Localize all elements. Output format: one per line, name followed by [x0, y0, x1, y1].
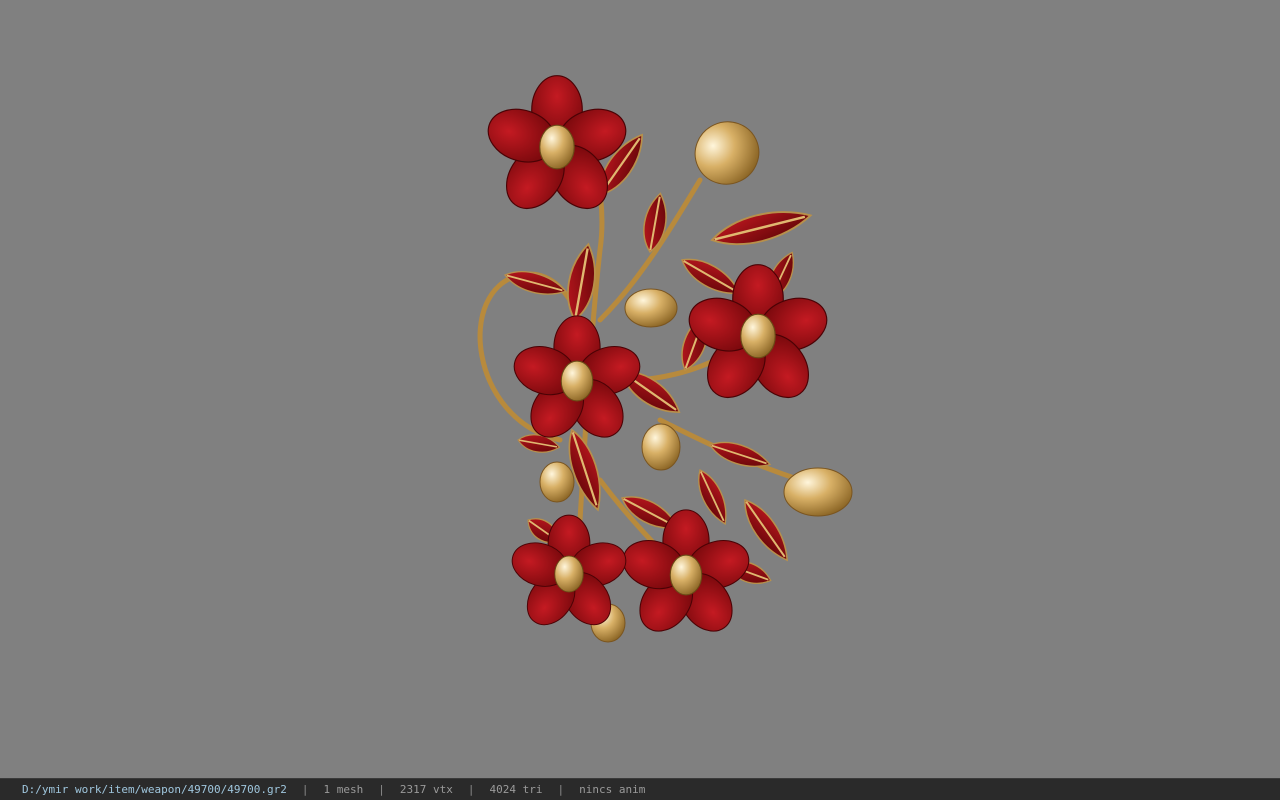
- animation-status: nincs anim: [579, 783, 646, 796]
- separator: |: [467, 783, 475, 796]
- separator: |: [378, 783, 385, 796]
- status-bar: D:/ymir work/item/weapon/49700/49700.gr2…: [0, 778, 1280, 800]
- file-path: D:/ymir work/item/weapon/49700/49700.gr2: [22, 783, 287, 796]
- separator: |: [301, 783, 309, 796]
- flower-model: [477, 75, 853, 643]
- separator: |: [557, 783, 565, 796]
- mesh-count: 1 mesh: [323, 783, 364, 796]
- 3d-viewport[interactable]: [0, 0, 1280, 778]
- vertex-count: 2317 vtx: [399, 783, 453, 796]
- triangle-count: 4024 tri: [489, 783, 543, 796]
